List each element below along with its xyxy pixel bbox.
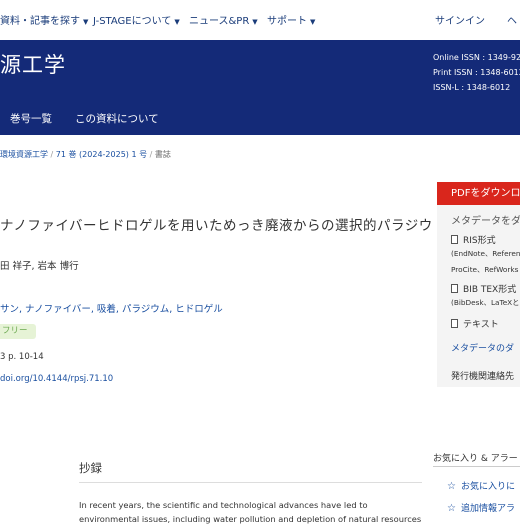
ris-format-desc: (EndNote、Referenc <box>451 249 520 258</box>
favorites-alerts-heading: お気に入り & アラー <box>433 454 518 464</box>
abstract-heading: 抄録 <box>79 461 102 475</box>
issn-print: Print ISSN : 1348-6012 <box>433 68 520 77</box>
help-link[interactable]: ヘ <box>507 12 517 27</box>
article-authors[interactable]: 田 祥子, 岩本 博行 <box>0 258 79 272</box>
nav-about-jstage-label: J-STAGEについて <box>93 16 172 27</box>
breadcrumb-volume[interactable]: 71 巻 (2024-2025) 1 号 <box>56 150 147 159</box>
favorites-divider <box>433 466 520 467</box>
metadata-download-link[interactable]: メタデータのダ <box>451 341 514 354</box>
ris-format-label: RIS形式 <box>463 236 496 246</box>
add-favorite-label: お気に入りに <box>460 482 515 492</box>
nav-support-label: サポート <box>267 16 307 27</box>
bibtex-format-label: BIB TEX形式 <box>463 285 517 295</box>
document-icon <box>451 319 458 328</box>
download-pdf-button[interactable]: PDFをダウンロ <box>437 182 520 206</box>
journal-header: 源工学 Online ISSN : 1349-9262 Print ISSN :… <box>0 40 520 135</box>
issn-online: Online ISSN : 1349-9262 <box>433 53 520 62</box>
journal-title[interactable]: 源工学 <box>0 49 66 79</box>
breadcrumb-journal[interactable]: 環境資源工学 <box>0 150 48 159</box>
breadcrumb: 環境資源工学 / 71 巻 (2024-2025) 1 号 / 書誌 <box>0 149 171 160</box>
abstract-line: environmental issues, including water po… <box>79 514 422 524</box>
nav-volume-list[interactable]: 巻号一覧 <box>10 111 52 126</box>
nav-search-articles-label: 資料・記事を探す <box>0 16 80 27</box>
nav-about-jstage[interactable]: J-STAGEについて ▼ <box>93 12 180 27</box>
caret-down-icon: ▼ <box>252 18 258 26</box>
document-icon <box>451 235 458 244</box>
star-icon: ☆ <box>447 503 456 514</box>
metadata-heading: メタデータをダ <box>451 216 520 227</box>
text-format-label: テキスト <box>463 320 499 330</box>
nav-about-this-resource[interactable]: この資料について <box>75 111 159 126</box>
ris-format-desc: ProCite、RefWorks <box>451 265 519 274</box>
article-pages: 3 p. 10-14 <box>0 352 44 362</box>
free-access-badge: フリー <box>0 324 36 339</box>
signin-link[interactable]: サインイン <box>435 12 485 27</box>
bibtex-format-link[interactable]: BIB TEX形式 <box>451 282 516 295</box>
additional-alert-label: 追加情報アラ <box>460 504 515 514</box>
article-keywords[interactable]: サン, ナノファイバー, 吸着, パラジウム, ヒドロゲル <box>0 301 223 315</box>
doi-link[interactable]: doi.org/10.4144/rpsj.71.10 <box>0 374 113 384</box>
text-format-link[interactable]: テキスト <box>451 317 499 330</box>
nav-search-articles[interactable]: 資料・記事を探す ▼ <box>0 12 88 27</box>
bibtex-format-desc: (BibDesk、LaTeXと <box>451 298 520 307</box>
document-icon <box>451 284 458 293</box>
caret-down-icon: ▼ <box>174 18 180 26</box>
nav-support[interactable]: サポート ▼ <box>267 12 315 27</box>
caret-down-icon: ▼ <box>310 18 316 26</box>
additional-alert-link[interactable]: ☆ 追加情報アラ <box>447 501 515 514</box>
nav-news-pr[interactable]: ニュース&PR ▼ <box>189 12 258 27</box>
issn-l: ISSN-L : 1348-6012 <box>433 83 511 92</box>
publisher-contact-link[interactable]: 発行機関連絡先 <box>451 369 514 382</box>
breadcrumb-current: 書誌 <box>154 150 171 159</box>
star-icon: ☆ <box>447 481 456 492</box>
ris-format-link[interactable]: RIS形式 <box>451 233 496 246</box>
breadcrumb-separator: / <box>149 150 153 159</box>
abstract-divider <box>79 482 422 483</box>
top-navigation: 資料・記事を探す ▼ J-STAGEについて ▼ ニュース&PR ▼ サポート ▼ サイ… <box>0 0 520 38</box>
add-favorite-link[interactable]: ☆ お気に入りに <box>447 479 515 492</box>
caret-down-icon: ▼ <box>83 18 89 26</box>
nav-news-pr-label: ニュース&PR <box>189 16 250 27</box>
breadcrumb-separator: / <box>50 150 54 159</box>
article-title: ナノファイバーヒドロゲルを用いためっき廃液からの選択的パラジウ <box>0 218 433 234</box>
